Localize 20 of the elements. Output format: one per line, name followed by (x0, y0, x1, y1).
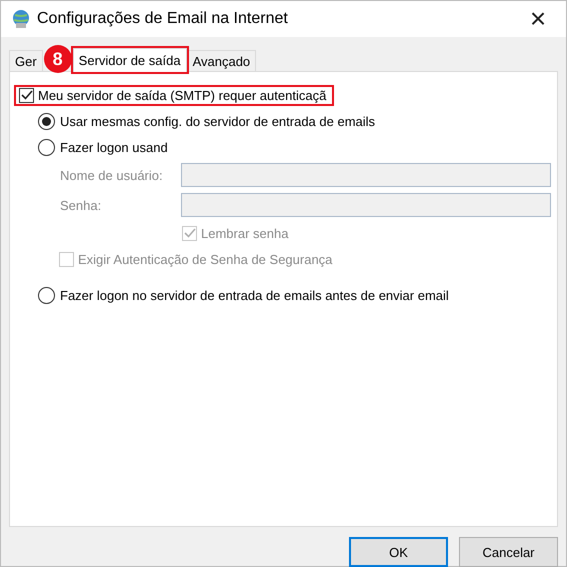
checkbox[interactable]: Meu servidor de saída (SMTP) requer autenticaçã (16, 86, 332, 104)
globe-icon (11, 9, 31, 29)
radio-label: Fazer logon usand (60, 140, 168, 154)
check-icon (20, 90, 32, 100)
radio-button[interactable] (38, 112, 55, 130)
radio-button[interactable] (38, 286, 55, 304)
tab[interactable]: Avançado (186, 50, 256, 71)
tab[interactable]: Servidor de saída (72, 48, 187, 72)
step-badge: 8 (44, 45, 72, 73)
tab[interactable]: Ger (9, 50, 43, 71)
close-button[interactable]: × (520, 1, 556, 37)
window-title: Configurações de Email na Internet (37, 10, 289, 28)
ok-button[interactable]: OK (349, 537, 448, 567)
radio-label: Usar mesmas config. do servidor de entrada de emails (60, 114, 376, 128)
field-label: Senha: (60, 198, 102, 212)
check-icon (184, 228, 196, 238)
field-label: Nome de usuário: (60, 168, 164, 182)
cancel-button[interactable]: Cancelar (459, 537, 558, 567)
radio-label: Fazer logon no servidor de entrada de emails antes de enviar email (60, 288, 449, 302)
radio-button[interactable] (38, 138, 55, 156)
